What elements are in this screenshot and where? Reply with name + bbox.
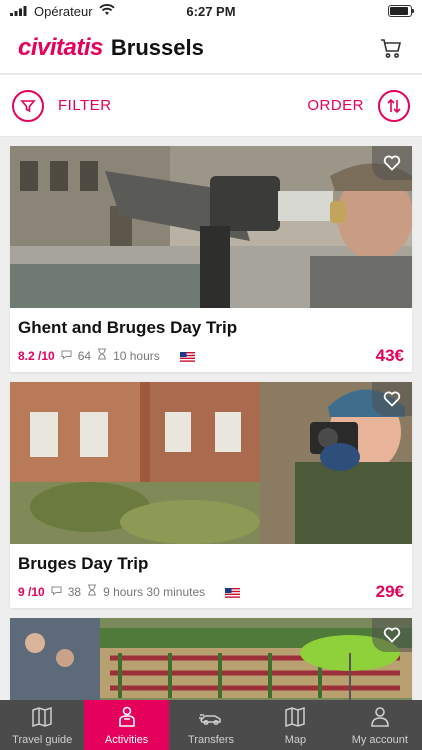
favorite-heart-icon[interactable]	[372, 146, 412, 180]
map-icon	[283, 706, 307, 731]
activity-image	[10, 146, 412, 308]
activity-title: Ghent and Bruges Day Trip	[18, 318, 238, 337]
wifi-icon	[98, 3, 115, 19]
filter-order-bar: FILTER ORDER	[0, 75, 422, 137]
filter-label: FILTER	[58, 97, 112, 114]
car-icon	[199, 706, 223, 731]
map-book-icon	[30, 706, 54, 731]
signal-icon	[10, 4, 28, 19]
brand-logo: civitatis	[18, 33, 103, 61]
tab-label: My account	[351, 734, 408, 746]
sort-arrows-icon	[378, 89, 410, 122]
us-flag-icon	[179, 351, 195, 362]
status-bar: Opérateur 6:27 PM	[0, 0, 422, 22]
battery-icon	[388, 5, 414, 17]
city-title: Brussels	[110, 34, 204, 60]
account-icon	[368, 706, 392, 731]
tab-label: Travel guide	[12, 734, 73, 746]
tab-label: Activities	[104, 734, 149, 746]
rating: 9 /10	[18, 584, 45, 599]
order-button[interactable]: ORDER	[307, 89, 410, 122]
funnel-icon	[12, 89, 44, 122]
activity-card[interactable]: Bruges Day Trip 9 /10 38 9 hours 30 minu…	[10, 382, 412, 608]
tab-map[interactable]: Map	[253, 700, 337, 750]
bottom-tab-bar: Travel guide Activities Transfers Map My…	[0, 700, 422, 750]
tab-label: Map	[284, 734, 307, 746]
activity-list: Ghent and Bruges Day Trip 8.2 /10 64 10 …	[0, 138, 422, 700]
tab-activities[interactable]: Activities	[84, 700, 169, 750]
activity-title: Bruges Day Trip	[18, 554, 149, 573]
tab-travel-guide[interactable]: Travel guide	[0, 700, 84, 750]
activity-meta: 9 /10 38 9 hours 30 minutes	[18, 584, 404, 599]
tab-transfers[interactable]: Transfers	[169, 700, 253, 750]
price: 43€	[375, 346, 404, 365]
activity-card[interactable]	[10, 618, 412, 700]
comment-icon	[61, 349, 72, 363]
review-count: 38	[67, 584, 82, 599]
hourglass-icon	[87, 584, 97, 599]
activity-image	[10, 618, 412, 700]
us-flag-icon	[225, 587, 241, 598]
cart-icon[interactable]	[378, 35, 404, 61]
activity-meta: 8.2 /10 64 10 hours	[18, 348, 404, 363]
favorite-heart-icon[interactable]	[372, 382, 412, 416]
activity-card[interactable]: Ghent and Bruges Day Trip 8.2 /10 64 10 …	[10, 146, 412, 372]
app-header: civitatis Brussels	[0, 22, 422, 74]
rating: 8.2 /10	[18, 348, 55, 363]
duration: 10 hours	[113, 348, 160, 363]
favorite-heart-icon[interactable]	[372, 618, 412, 652]
tab-label: Transfers	[187, 734, 235, 746]
review-count: 64	[77, 348, 92, 363]
filter-button[interactable]: FILTER	[12, 89, 112, 122]
duration: 9 hours 30 minutes	[103, 584, 206, 599]
hourglass-icon	[97, 348, 107, 363]
order-label: ORDER	[307, 97, 364, 114]
tab-my-account[interactable]: My account	[338, 700, 422, 750]
comment-icon	[51, 585, 62, 599]
price: 29€	[375, 582, 404, 601]
carrier-name: Opérateur	[34, 3, 93, 19]
person-icon	[115, 706, 139, 731]
activity-image	[10, 382, 412, 544]
